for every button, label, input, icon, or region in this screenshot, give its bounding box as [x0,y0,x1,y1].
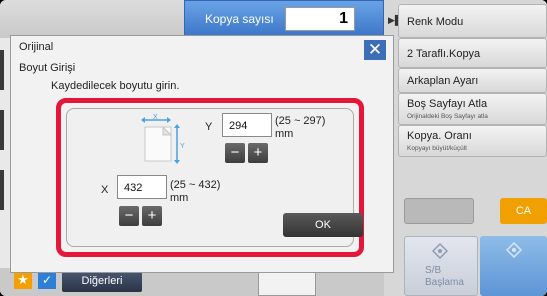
left-edge-strip [0,110,4,150]
duplex-copy-label: 2 Taraflı.Kopya [407,48,481,60]
color-mode-button[interactable]: Renk Modu [398,4,547,38]
size-input-panel: X Y Y 294 (25 ~ 297) mm − + X 432 (25 ~ … [66,108,363,247]
copy-ratio-sub: Kopyayı büyüt/küçült [407,145,467,152]
x-label: X [101,184,109,196]
check-icon[interactable]: ✓ [38,271,56,289]
diamond-icon [432,243,448,259]
y-plus-button[interactable]: + [248,143,268,163]
y-minus-button[interactable]: − [225,143,245,163]
copy-count-label: Kopya sayısı [205,12,274,26]
highlight-frame: X Y Y 294 (25 ~ 297) mm − + X 432 (25 ~ … [56,98,364,257]
bw-start-button[interactable]: S/B Başlama [404,236,478,296]
others-button[interactable]: Diğerleri [62,270,142,292]
y-unit: mm [275,128,294,140]
preview-button[interactable] [404,198,474,224]
copy-screen: Kopya sayısı 1 ▶▌ Renk Modu 2 Taraflı.Ko… [0,0,547,296]
left-edge-strip [0,170,4,210]
copy-ratio-label: Kopya. Oranı [407,130,472,142]
close-button[interactable]: ✕ [364,40,386,60]
ca-button[interactable]: CA [500,198,547,224]
copy-ratio-button[interactable]: Kopya. Oranı Kopyayı büyüt/küçült [398,125,547,157]
x-minus-button[interactable]: − [119,206,139,226]
skip-blank-page-sub: Orijinaldeki Boş Sayfayı atla [407,113,488,120]
y-input[interactable]: 294 [222,113,272,137]
ok-button[interactable]: OK [283,213,363,237]
star-icon[interactable]: ★ [14,271,32,289]
copy-count-input[interactable]: 1 [285,7,355,31]
x-range: (25 ~ 432) [170,179,221,191]
y-range: (25 ~ 297) [275,115,326,127]
x-input[interactable]: 432 [117,175,167,199]
skip-blank-page-label: Boş Sayfayı Atla [407,98,488,110]
diamond-icon [506,242,522,258]
dialog-title: Orijinal [19,41,54,53]
paper-size-icon: X Y [141,114,185,164]
svg-text:Y: Y [180,143,185,150]
color-mode-label: Renk Modu [407,16,464,28]
bw-label: S/B [425,265,442,276]
x-plus-button[interactable]: + [142,206,162,226]
background-adjust-label: Arkaplan Ayarı [407,75,479,87]
dialog-subtitle: Boyut Girişi [19,62,76,74]
size-input-dialog: Orijinal ✕ Boyut Girişi Kaydedilecek boy… [10,35,394,273]
left-edge-strip [0,50,4,90]
y-label: Y [205,121,213,133]
duplex-copy-button[interactable]: 2 Taraflı.Kopya [398,38,547,68]
svg-text:X: X [153,114,158,121]
skip-blank-page-button[interactable]: Boş Sayfayı Atla Orijinaldeki Boş Sayfay… [398,93,547,125]
background-adjust-button[interactable]: Arkaplan Ayarı [398,68,547,93]
start-label: Başlama [425,277,464,288]
dialog-instruction: Kaydedilecek boyutu girin. [51,80,180,92]
copy-count-box[interactable]: Kopya sayısı 1 [184,0,384,38]
color-start-button[interactable] [480,236,547,296]
x-unit: mm [170,192,189,204]
